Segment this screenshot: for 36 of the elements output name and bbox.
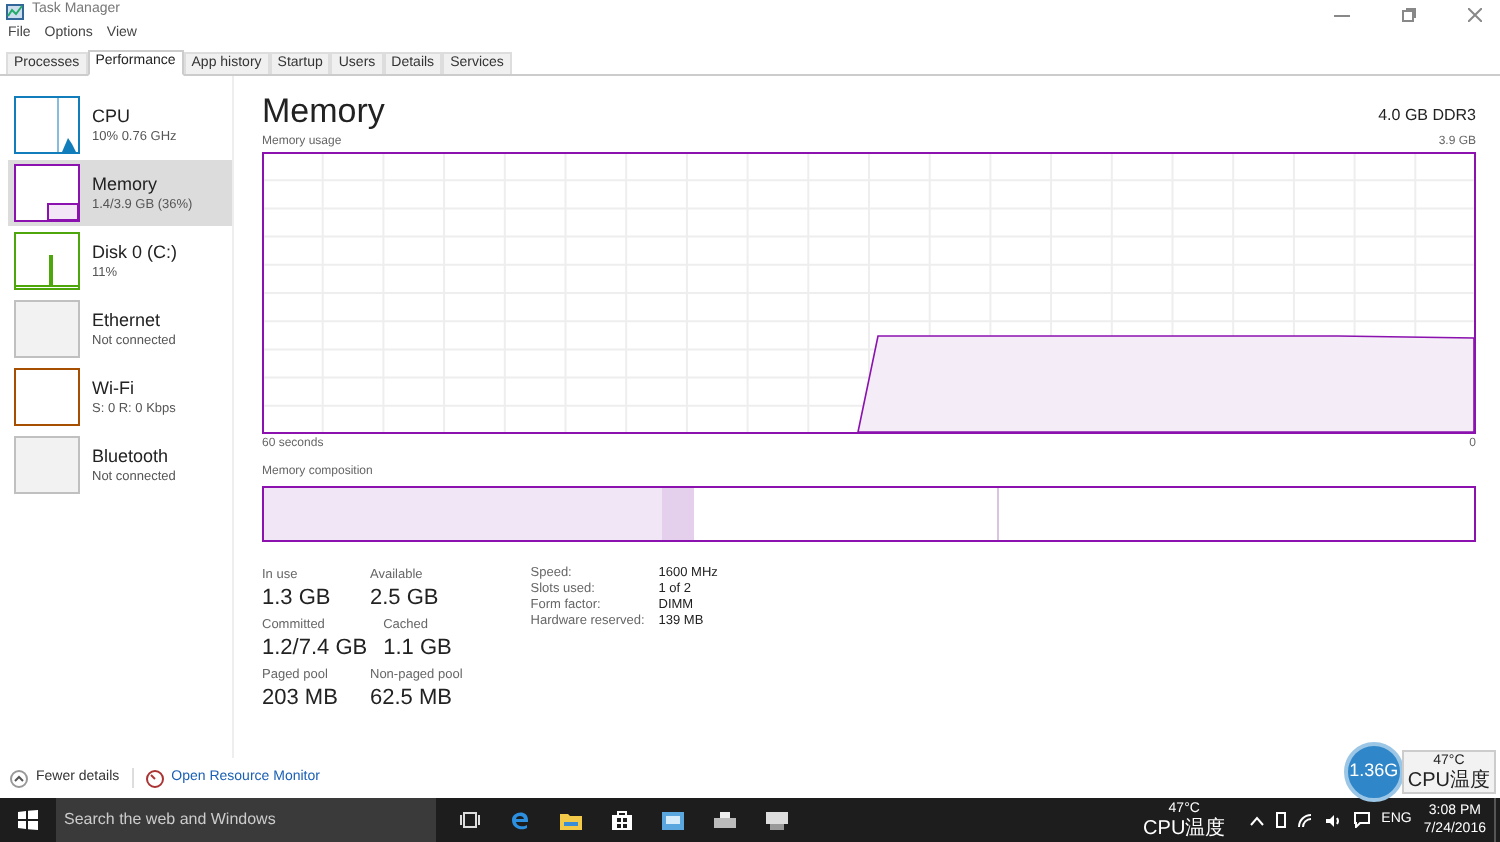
- item-name: Wi-Fi: [92, 377, 136, 399]
- gauge-icon: [145, 769, 164, 787]
- restore-icon[interactable]: [1402, 8, 1416, 22]
- chevron-up-icon[interactable]: [1249, 815, 1264, 825]
- item-name: Memory: [92, 173, 160, 195]
- app-icon: [6, 3, 24, 19]
- chat-icon[interactable]: [1353, 812, 1370, 828]
- speed-gauge: 1.36G: [1343, 742, 1404, 802]
- computer-icon[interactable]: [766, 811, 788, 829]
- temperature-label: CPU温度: [1143, 817, 1226, 839]
- close-icon[interactable]: [1468, 8, 1482, 22]
- store-icon[interactable]: [612, 810, 632, 830]
- speaker-icon[interactable]: [1325, 813, 1342, 827]
- battery-icon[interactable]: [1275, 812, 1286, 828]
- stat-value: 1.1 GB: [383, 634, 452, 662]
- stat-value: 1.2/7.4 GB: [262, 634, 368, 662]
- stat-value: 62.5 MB: [370, 684, 454, 712]
- temperature-label: CPU温度: [1407, 770, 1490, 792]
- item-name: Disk 0 (C:): [92, 241, 177, 263]
- item-name: CPU: [92, 105, 133, 127]
- folder-icon[interactable]: [560, 811, 582, 829]
- collapse-icon[interactable]: [10, 769, 28, 787]
- windows-start-icon[interactable]: [18, 810, 38, 830]
- printer-icon[interactable]: [714, 811, 736, 829]
- browser-icon[interactable]: [510, 810, 530, 830]
- wifi-icon[interactable]: [1297, 813, 1314, 827]
- item-name: Ethernet: [92, 309, 163, 331]
- task-view-icon[interactable]: [460, 812, 480, 828]
- item-name: Bluetooth: [92, 445, 171, 467]
- search-field[interactable]: Search the web and Windows: [56, 798, 436, 842]
- stat-value: 2.5 GB: [370, 584, 439, 612]
- stat-value: 1.3 GB: [262, 584, 333, 612]
- monitor-icon[interactable]: [662, 811, 684, 829]
- page-title: Memory: [262, 92, 385, 132]
- memory-spec: 4.0 GB DDR3: [1378, 104, 1476, 128]
- stat-value: 203 MB: [262, 684, 340, 712]
